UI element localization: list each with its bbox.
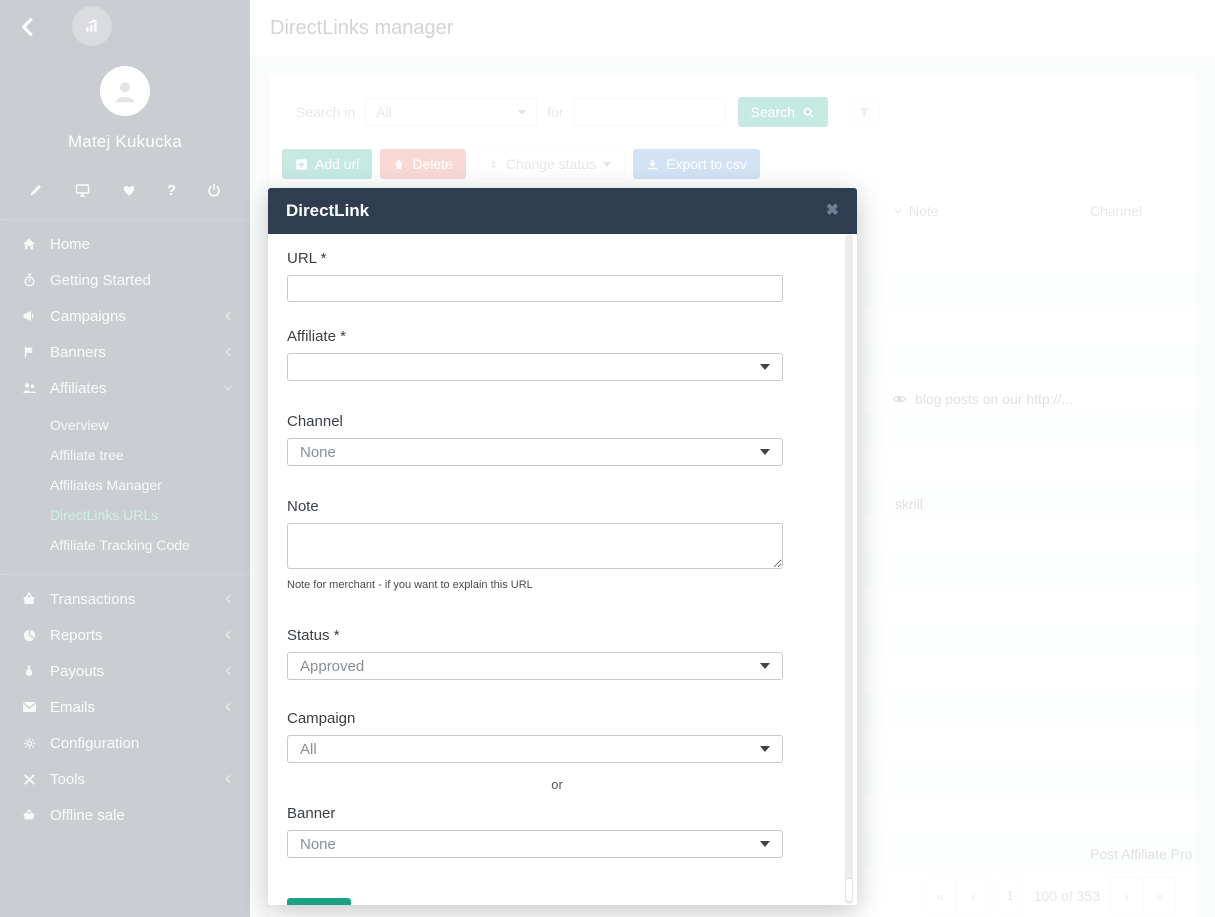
channel-field-group: Channel None [287, 413, 783, 466]
affiliate-field-group: Affiliate * [287, 328, 783, 381]
chevron-down-icon [760, 364, 770, 370]
status-field-group: Status * Approved [287, 627, 783, 680]
campaign-field-group: Campaign All [287, 710, 783, 763]
banner-label: Banner [287, 805, 783, 822]
note-hint: Note for merchant - if you want to expla… [287, 579, 783, 591]
status-select[interactable]: Approved [287, 652, 783, 680]
campaign-select[interactable]: All [287, 735, 783, 763]
directlink-modal: DirectLink ✖ URL * Affiliate * Channel N… [268, 188, 857, 905]
banner-field-group: Banner None [287, 805, 783, 858]
modal-body: URL * Affiliate * Channel None Note Note… [268, 234, 857, 905]
note-textarea[interactable] [287, 523, 783, 569]
or-separator: or [287, 777, 827, 792]
url-input[interactable] [287, 275, 783, 302]
modal-header: DirectLink ✖ [268, 188, 857, 234]
banner-select[interactable]: None [287, 830, 783, 858]
save-button[interactable]: Save [287, 898, 351, 905]
note-label: Note [287, 498, 783, 515]
status-label: Status * [287, 627, 783, 644]
chevron-down-icon [760, 449, 770, 455]
channel-label: Channel [287, 413, 783, 430]
url-field-group: URL * [287, 250, 783, 302]
campaign-label: Campaign [287, 710, 783, 727]
url-label: URL * [287, 250, 783, 267]
modal-title: DirectLink [286, 201, 826, 221]
affiliate-label: Affiliate * [287, 328, 783, 345]
channel-select[interactable]: None [287, 438, 783, 466]
modal-scrollbar[interactable] [845, 234, 853, 904]
modal-scrollbar-thumb[interactable] [845, 878, 853, 902]
chevron-down-icon [760, 746, 770, 752]
chevron-down-icon [760, 663, 770, 669]
affiliate-select[interactable] [287, 353, 783, 381]
note-field-group: Note Note for merchant - if you want to … [287, 498, 783, 591]
close-icon[interactable]: ✖ [826, 203, 839, 219]
chevron-down-icon [760, 841, 770, 847]
